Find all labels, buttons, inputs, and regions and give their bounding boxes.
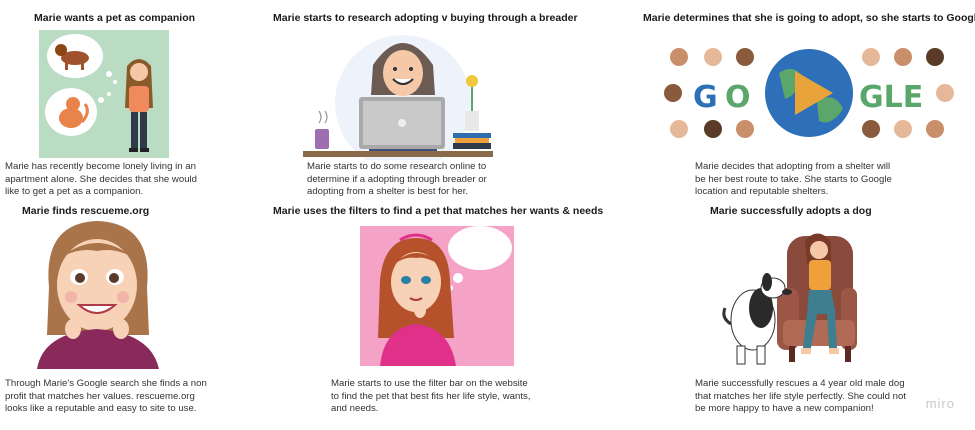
smiling-girl-illustration [33, 217, 163, 369]
description-line: adopting from a shelter is best for her. [307, 186, 469, 197]
card-description-research: Marie starts to do some research online … [307, 161, 487, 199]
woman-in-armchair-with-dog-illustration [717, 224, 857, 370]
girl-with-thought-bubble-illustration [360, 226, 514, 366]
description-line: that matches her life style perfectly. S… [695, 390, 906, 402]
description-line: profit that matches her values. rescueme… [5, 390, 195, 402]
description-line: location and reputable shelters. [695, 186, 829, 197]
card-description-companion: Marie has recently become lonely living … [5, 161, 197, 199]
card-title-filters: Marie uses the filters to find a pet tha… [273, 205, 604, 217]
card-title-rescueme: Marie finds rescueme.org [22, 205, 150, 217]
card-description-google: Marie decides that adopting from a shelt… [695, 161, 892, 199]
card-description-filters: Marie starts to use the filter bar on th… [331, 378, 530, 416]
card-description-rescueme: Through Marie's Google search she finds … [5, 378, 207, 416]
description-line: looks like a reputable and easy to site … [5, 403, 197, 414]
doodle-letter-o: O [725, 80, 751, 115]
description-line: and needs. [331, 403, 379, 414]
doodle-letters-gle: GLE [859, 80, 923, 115]
card-description-adopts: Marie successfully rescues a 4 year old … [695, 378, 906, 416]
card-title-companion: Marie wants a pet as companion [34, 12, 196, 24]
description-line: Through Marie's Google search she finds … [5, 378, 207, 389]
description-line: Marie starts to do some research online … [307, 161, 487, 172]
card-title-research: Marie starts to research adopting v buyi… [273, 12, 578, 24]
card-title-google: Marie determines that she is going to ad… [643, 12, 975, 24]
description-line: Marie has recently become lonely living … [5, 161, 196, 172]
description-line: apartment alone. She decides that she wo… [5, 173, 198, 185]
description-line: to find the pet that best fits her life … [331, 390, 531, 402]
description-line: Marie starts to use the filter bar on th… [331, 378, 528, 389]
card-title-adopts: Marie successfully adopts a dog [710, 205, 872, 217]
doodle-letter-g: G [693, 80, 718, 115]
description-line: Marie decides that adopting from a shelt… [695, 161, 891, 172]
description-line: be her best route to take. She starts to… [695, 173, 892, 185]
woman-at-laptop-illustration [303, 25, 493, 160]
description-line: determine if a adopting through breader … [307, 173, 487, 185]
miro-watermark: miro [925, 396, 955, 411]
description-line: Marie successfully rescues a 4 year old … [695, 378, 905, 389]
girl-thinking-of-dog-and-cat-illustration [39, 30, 169, 158]
google-doodle-logo: G O GLE [661, 43, 956, 143]
description-line: like to get a pet as a companion. [5, 186, 144, 197]
description-line: be more happy to have a new companion! [695, 403, 874, 414]
